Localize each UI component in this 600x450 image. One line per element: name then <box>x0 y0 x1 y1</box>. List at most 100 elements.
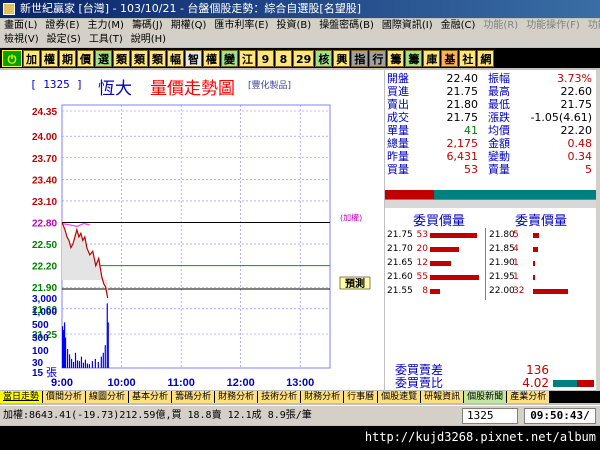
quote-pane: 開盤 22.40 振幅 3.73% 買進 21.75 最高 22.60 賣出 21.80 最低 21.… <box>385 70 596 390</box>
menu-item[interactable]: 功能操作(F) <box>584 19 600 33</box>
exit-button[interactable]: ⏻ <box>2 49 22 67</box>
quote-value: 6,431 <box>446 150 479 163</box>
toolbar-button[interactable]: 29 <box>293 49 315 67</box>
toolbar-button[interactable]: 江 <box>239 49 256 67</box>
menu-item[interactable]: 匯市利率(E) <box>210 19 272 33</box>
quote-label: 單量 <box>387 124 409 137</box>
function-tab[interactable]: 技術分析 <box>258 391 301 403</box>
function-tab[interactable]: 財務分析 <box>301 391 344 403</box>
toolbar-button[interactable]: 行 <box>369 49 387 67</box>
menu-item[interactable]: 主力(M) <box>84 19 128 33</box>
bid-price: 21.55 <box>387 286 413 296</box>
toolbar-button[interactable]: 8 <box>275 49 292 67</box>
industry-tag: [豐化製品] <box>248 81 292 91</box>
function-tab[interactable]: 個股新聞 <box>464 391 507 403</box>
index-summary: 加權:8643.41(-19.73)212.59億,買 18.8賣 12.1成 … <box>3 410 312 421</box>
toolbar-button[interactable]: 興 <box>333 49 351 67</box>
toolbar-button[interactable]: 核 <box>315 49 333 67</box>
ask-volume: 5 <box>513 230 519 240</box>
menu-item[interactable]: 期權(Q) <box>167 19 211 33</box>
toolbar-button[interactable]: 權 <box>41 49 58 67</box>
function-tab[interactable]: 財務分析 <box>215 391 258 403</box>
function-tab[interactable]: 行事曆 <box>344 391 378 403</box>
toolbar-button[interactable]: 網 <box>477 49 495 67</box>
menu-item[interactable]: 畫面(L) <box>0 19 41 33</box>
quote-value: 21.75 <box>446 111 479 124</box>
ref-label: (加權) <box>340 213 362 223</box>
menu-item[interactable]: 金融(C) <box>437 19 480 33</box>
menu-item[interactable]: 功能(R) <box>479 19 522 33</box>
toolbar-button[interactable]: 期 <box>59 49 76 67</box>
bid-price: 21.65 <box>387 258 413 268</box>
menu-item[interactable]: 投資(B) <box>273 19 316 33</box>
stock-code-input[interactable]: 1325 <box>462 408 518 424</box>
toolbar-button[interactable]: 加 <box>23 49 40 67</box>
menu-item[interactable]: 國際資訊(I) <box>378 19 437 33</box>
menu-item[interactable]: 功能操作(F) <box>522 19 584 33</box>
diff-label: 委買賣比 <box>395 376 444 390</box>
menu-item[interactable]: 檢視(V) <box>0 33 43 47</box>
toolbar-button[interactable]: 權 <box>203 49 220 67</box>
orderbook-row: 21.60 55 21.95 1 <box>385 271 596 283</box>
volume-bar <box>74 352 77 368</box>
toolbar-button[interactable]: 庫 <box>423 49 441 67</box>
time-tick-label: 11:00 <box>167 377 195 389</box>
quote-label: 賣出 <box>387 98 409 111</box>
quote-label: 賣量 <box>488 163 510 176</box>
quote-value: 21.80 <box>446 98 479 111</box>
quote-value: 3.73% <box>557 72 592 85</box>
clock: 09:50:43/ <box>524 408 596 424</box>
function-tab[interactable]: 線圖分析 <box>86 391 129 403</box>
menu-bar: 畫面(L) 證券(E) 主力(M) 籌碼(J) 期權(Q) 匯市利率(E) 投資(B) 操盤密… <box>0 19 600 33</box>
toolbar-button[interactable]: 價 <box>77 49 94 67</box>
menu-item[interactable]: 說明(H) <box>127 33 170 47</box>
index-line <box>61 222 90 228</box>
toolbar-button[interactable]: 類 <box>113 49 130 67</box>
function-tab[interactable]: 價間分析 <box>43 391 86 403</box>
ratio-bar-track <box>385 199 596 208</box>
menu-item[interactable]: 工具(T) <box>85 33 127 47</box>
bid-volume-bar <box>430 275 480 280</box>
toolbar-button[interactable]: 籌 <box>387 49 405 67</box>
function-tab[interactable]: 產業分析 <box>507 391 550 403</box>
quote-label: 金額 <box>488 137 510 150</box>
function-tab[interactable]: 研報資訊 <box>421 391 464 403</box>
volume-bar <box>82 362 85 368</box>
bid-volume: 12 <box>416 258 428 268</box>
quote-label: 總量 <box>387 137 409 150</box>
scrollbar[interactable] <box>596 70 600 390</box>
volume-tick-label: 100 <box>32 346 49 357</box>
function-tab[interactable]: 籌碼分析 <box>172 391 215 403</box>
toolbar-button[interactable]: 智 <box>185 49 202 67</box>
toolbar-button[interactable]: 9 <box>257 49 274 67</box>
toolbar-button[interactable]: 籌 <box>405 49 423 67</box>
function-tab[interactable]: 個股速覽 <box>378 391 421 403</box>
menu-item[interactable]: 設定(S) <box>43 33 85 47</box>
toolbar-button[interactable]: 社 <box>459 49 477 67</box>
bid-header: 委買價量 <box>413 214 466 229</box>
time-tick-label: 10:00 <box>107 377 135 389</box>
toolbar-button[interactable]: 類 <box>131 49 148 67</box>
bid-volume: 53 <box>416 230 428 240</box>
toolbar-button[interactable]: 類 <box>149 49 166 67</box>
menu-item[interactable]: 證券(E) <box>41 19 83 33</box>
bid-volume-bar <box>430 261 451 266</box>
toolbar-button[interactable]: 基 <box>441 49 459 67</box>
title-bar: 新世紀贏家 [台灣] - 103/10/21 - 台盤個股走勢：綜合自選股[名望… <box>0 0 600 18</box>
volume-bar <box>86 363 89 368</box>
function-tab[interactable]: 基本分析 <box>129 391 172 403</box>
ask-price: 21.95 <box>489 272 515 282</box>
toolbar-button[interactable]: 變 <box>221 49 238 67</box>
toolbar-button[interactable]: 選 <box>95 49 112 67</box>
toolbar-button[interactable]: 指 <box>351 49 369 67</box>
bid-volume-bar <box>430 289 441 294</box>
function-tab[interactable]: 當日走勢 <box>0 391 43 403</box>
quote-value: 0.48 <box>567 137 593 150</box>
toolbar: ⏻ 加權期價選類類類幅智權變江 9 8 29 核興指行籌籌庫基社網 <box>0 48 600 68</box>
quote-label: 均價 <box>488 124 510 137</box>
status-bar: 加權:8643.41(-19.73)212.59億,買 18.8賣 12.1成 … <box>0 405 600 425</box>
menu-item[interactable]: 籌碼(J) <box>128 19 167 33</box>
orderbook-row: 21.65 12 21.90 1 <box>385 257 596 269</box>
menu-item[interactable]: 操盤密碼(B) <box>315 19 378 33</box>
toolbar-button[interactable]: 幅 <box>167 49 184 67</box>
